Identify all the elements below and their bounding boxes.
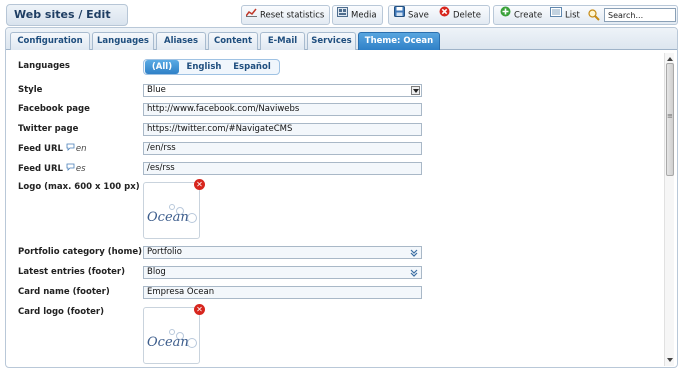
tab-bar: Configuration Languages Aliases Content … — [6, 28, 677, 50]
feed-url-es-field[interactable]: /es/rss — [143, 162, 422, 175]
card-name-label: Card name (footer) — [18, 287, 110, 297]
feed-url-es-label: Feed URL es — [18, 163, 86, 174]
tab-languages[interactable]: Languages — [92, 32, 154, 50]
delete-button[interactable]: Delete — [439, 6, 481, 24]
speech-bubble-icon — [66, 143, 75, 154]
logo-label: Logo (max. 600 x 100 px) — [18, 182, 140, 192]
scroll-down-icon[interactable] — [666, 356, 674, 364]
speech-bubble-icon — [66, 163, 75, 174]
facebook-label: Facebook page — [18, 104, 90, 114]
create-button[interactable]: Create — [500, 6, 542, 24]
language-english-button[interactable]: English — [182, 60, 226, 74]
create-label: Create — [514, 10, 543, 21]
save-button[interactable]: Save — [394, 6, 429, 24]
media-button[interactable]: Media — [332, 5, 383, 25]
form-content: Languages (All) English Español Style Bl… — [6, 51, 663, 367]
dropdown-arrow-icon — [411, 86, 420, 95]
media-icon — [337, 6, 348, 24]
style-value: Blue — [147, 85, 166, 95]
reset-statistics-label: Reset statistics — [260, 10, 325, 21]
twitter-field[interactable]: https://twitter.com/#NavigateCMS — [143, 123, 422, 136]
tab-configuration[interactable]: Configuration — [10, 32, 90, 50]
feed-url-es-lang: es — [75, 164, 86, 174]
save-label: Save — [408, 10, 429, 21]
remove-logo-icon[interactable]: ✕ — [194, 179, 205, 190]
feed-url-en-lang: en — [75, 144, 87, 154]
search-icon — [588, 6, 600, 24]
feed-url-es-text: Feed URL — [18, 164, 63, 174]
edit-panel: Configuration Languages Aliases Content … — [5, 27, 678, 368]
search-input[interactable] — [604, 8, 676, 22]
latest-entries-value: Blog — [147, 267, 166, 277]
header: Web sites / Edit [1] Reset statistics Me… — [5, 3, 678, 41]
reset-statistics-button[interactable]: Reset statistics — [241, 5, 331, 25]
card-logo-image[interactable]: Ocean — [143, 307, 200, 364]
scroll-up-icon[interactable] — [666, 55, 674, 63]
plus-icon — [500, 6, 511, 24]
feed-url-en-label: Feed URL en — [18, 143, 87, 154]
delete-label: Delete — [453, 10, 481, 21]
card-name-field[interactable]: Empresa Ocean — [143, 286, 422, 299]
logo-image[interactable]: Ocean — [143, 182, 200, 239]
delete-icon — [439, 6, 450, 24]
language-all-button[interactable]: (All) — [145, 60, 179, 74]
list-icon — [550, 6, 562, 24]
style-label: Style — [18, 85, 43, 95]
style-select[interactable]: Blue — [143, 84, 422, 97]
twitter-label: Twitter page — [18, 124, 79, 134]
portfolio-label: Portfolio category (home) — [18, 247, 142, 257]
page-title: Web sites / Edit [1] — [6, 4, 128, 41]
tab-content[interactable]: Content — [208, 32, 258, 50]
card-logo-label: Card logo (footer) — [18, 307, 105, 317]
latest-entries-select[interactable]: Blog — [143, 266, 422, 279]
tab-email[interactable]: E-Mail — [260, 32, 305, 50]
tab-aliases[interactable]: Aliases — [156, 32, 206, 50]
tab-services[interactable]: Services — [307, 32, 356, 50]
remove-card-logo-icon[interactable]: ✕ — [194, 304, 205, 315]
language-selector: (All) English Español — [143, 59, 280, 75]
save-delete-group: Save Delete — [388, 5, 490, 25]
language-espanol-button[interactable]: Español — [228, 60, 276, 74]
languages-label: Languages — [18, 61, 70, 71]
facebook-field[interactable]: http://www.facebook.com/Naviwebs — [143, 103, 422, 116]
tab-theme-ocean[interactable]: Theme: Ocean — [358, 32, 440, 50]
create-list-search-group: Create List — [493, 5, 678, 25]
media-label: Media — [351, 10, 377, 21]
portfolio-value: Portfolio — [147, 247, 182, 257]
portfolio-select[interactable]: Portfolio — [143, 246, 422, 259]
list-button[interactable]: List — [550, 6, 580, 24]
list-label: List — [565, 10, 580, 21]
latest-entries-label: Latest entries (footer) — [18, 267, 125, 277]
feed-url-en-text: Feed URL — [18, 144, 63, 154]
chevron-down-icon — [410, 249, 418, 257]
chart-icon — [245, 6, 257, 24]
floppy-icon — [394, 6, 405, 24]
logo-text: Ocean — [147, 210, 189, 225]
vertical-scrollbar[interactable] — [664, 53, 674, 366]
feed-url-en-field[interactable]: /en/rss — [143, 142, 422, 155]
card-logo-text: Ocean — [147, 335, 189, 350]
scrollbar-thumb[interactable] — [666, 63, 674, 176]
chevron-down-icon — [410, 269, 418, 277]
